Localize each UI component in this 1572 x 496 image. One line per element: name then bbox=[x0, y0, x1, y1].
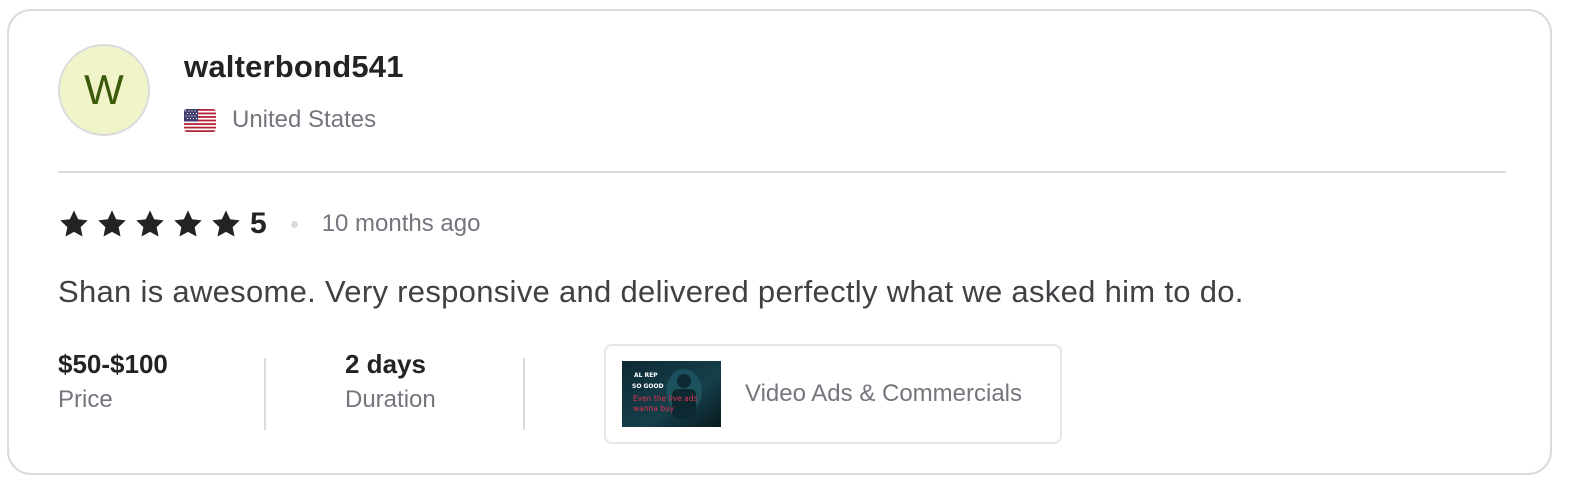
thumb-line-4: wanna buy bbox=[633, 404, 675, 413]
reviewer-country-row: United States bbox=[184, 106, 404, 134]
reviewer-header: W walterbond541 United States bbox=[58, 44, 404, 136]
review-text: Shan is awesome. Very responsive and del… bbox=[58, 274, 1244, 309]
duration-block: 2 days Duration bbox=[266, 344, 523, 414]
avatar[interactable]: W bbox=[58, 44, 150, 136]
price-block: $50-$100 Price bbox=[58, 344, 264, 414]
rating-row: 5 10 months ago bbox=[58, 204, 480, 244]
review-time-ago: 10 months ago bbox=[321, 210, 481, 237]
thumb-line-1: AL REP bbox=[634, 372, 658, 379]
gig-thumbnail: AL REP SO GOOD Even the live ads wanna b… bbox=[622, 361, 721, 427]
avatar-initial: W bbox=[84, 66, 124, 113]
star-icon bbox=[98, 210, 126, 237]
header-divider bbox=[58, 171, 1506, 173]
thumb-line-2: SO GOOD bbox=[632, 383, 664, 390]
thumb-line-3: Even the live ads bbox=[633, 394, 698, 403]
price-label: Price bbox=[58, 386, 113, 413]
duration-value: 2 days bbox=[345, 349, 426, 379]
review-card: W walterbond541 United States 5 10 month… bbox=[7, 9, 1552, 475]
reviewer-country: United States bbox=[232, 106, 377, 133]
gig-card[interactable]: AL REP SO GOOD Even the live ads wanna b… bbox=[604, 344, 1062, 444]
reviewer-username[interactable]: walterbond541 bbox=[184, 48, 404, 86]
duration-label: Duration bbox=[345, 386, 436, 413]
rating-value: 5 bbox=[250, 207, 267, 240]
gig-title: Video Ads & Commercials bbox=[745, 380, 1023, 407]
star-icon bbox=[60, 210, 88, 237]
price-value: $50-$100 bbox=[58, 349, 168, 379]
meta-divider bbox=[523, 358, 525, 430]
star-icon bbox=[212, 210, 240, 237]
us-flag-icon bbox=[184, 108, 216, 132]
star-icon bbox=[174, 210, 202, 237]
star-icon bbox=[136, 210, 164, 237]
reviewer-info: walterbond541 United States bbox=[184, 44, 404, 134]
separator-dot bbox=[290, 220, 298, 228]
review-meta-row: $50-$100 Price 2 days Duration AL REP SO… bbox=[58, 344, 1062, 444]
